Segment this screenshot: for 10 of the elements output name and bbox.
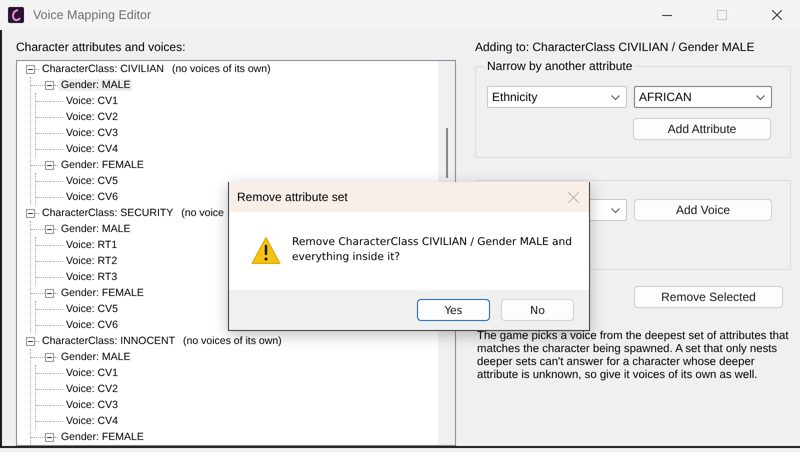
tree-item-note: (no voice xyxy=(181,207,224,219)
target-label: Adding to: CharacterClass CIVILIAN / Gender MALE xyxy=(475,40,754,54)
window-title: Voice Mapping Editor xyxy=(33,8,152,22)
dialog-title: Remove attribute set xyxy=(237,190,348,204)
tree-label: Character attributes and voices: xyxy=(16,40,186,54)
tree-item-note: (no voices of its own) xyxy=(172,63,271,75)
dialog-message: Remove CharacterClass CIVILIAN / Gender MALE and everything inside it? xyxy=(292,235,573,265)
help-text: The game picks a voice from the deepest set of attributes that matches the character being spawned. A set that only nests deeper sets can't answer for a character whose deeper attribute is unknown, so give it voices of its own as well. xyxy=(476,330,789,382)
tree-item-note: (no voices of its own) xyxy=(183,335,282,347)
group-title: Narrow by another attribute xyxy=(484,59,636,73)
